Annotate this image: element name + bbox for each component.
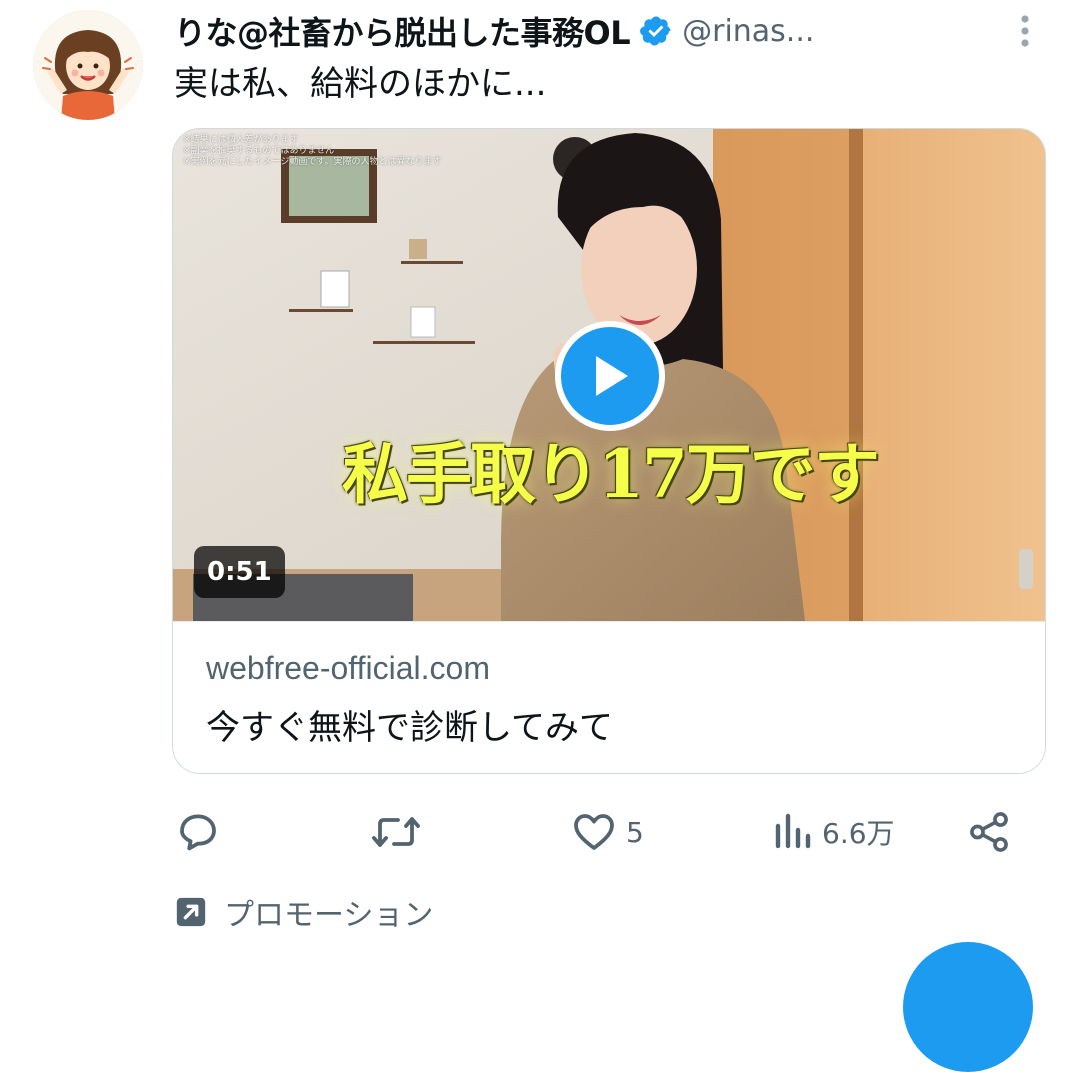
video-duration-badge: 0:51 (194, 546, 285, 598)
retweet-button[interactable] (370, 808, 422, 856)
video-caption-overlay: 私手取り17万です (342, 435, 880, 513)
video-player[interactable]: ※結果には個人差があります ※副業を推奨するものではありません ※実例を元にした… (173, 129, 1045, 621)
promoted-text: プロモーション (224, 898, 434, 933)
tweet-text: 実は私、給料のほかに... (174, 64, 547, 104)
play-icon (596, 356, 628, 396)
avatar[interactable] (33, 10, 143, 120)
card-body[interactable]: webfree-official.com 今すぐ無料で診断してみて (173, 621, 1045, 773)
link-card[interactable]: ※結果には個人差があります ※副業を推奨するものではありません ※実例を元にした… (172, 128, 1046, 774)
share-button[interactable] (966, 808, 1012, 856)
retweet-icon (372, 817, 420, 847)
views-count: 6.6万 (822, 817, 895, 850)
like-button[interactable]: 5 (570, 808, 644, 856)
avatar-illustration (33, 10, 143, 120)
like-count: 5 (626, 815, 644, 849)
play-button[interactable] (555, 321, 665, 431)
views-chart-icon (775, 813, 811, 849)
views-button[interactable]: 6.6万 (770, 808, 895, 856)
verified-badge-icon[interactable] (639, 14, 673, 48)
more-options-icon[interactable] (1005, 8, 1045, 54)
heart-icon (574, 814, 614, 850)
card-title: 今すぐ無料で診断してみて (206, 708, 613, 748)
user-handle[interactable]: @rinas... (682, 14, 814, 49)
card-domain: webfree-official.com (206, 650, 490, 686)
share-icon (970, 812, 1008, 852)
display-name[interactable]: りな@社畜から脱出した事務OL (174, 8, 631, 54)
promoted-label: プロモーション (174, 890, 433, 934)
tweet-header: りな@社畜から脱出した事務OL @rinas... (174, 8, 1024, 54)
disclaimer-overlay-text: ※結果には個人差があります ※副業を推奨するものではありません ※実例を元にした… (183, 135, 442, 167)
compose-fab[interactable] (903, 942, 1033, 1072)
promoted-arrow-icon (176, 897, 206, 927)
reply-button[interactable] (174, 808, 222, 856)
reply-icon (180, 814, 216, 851)
